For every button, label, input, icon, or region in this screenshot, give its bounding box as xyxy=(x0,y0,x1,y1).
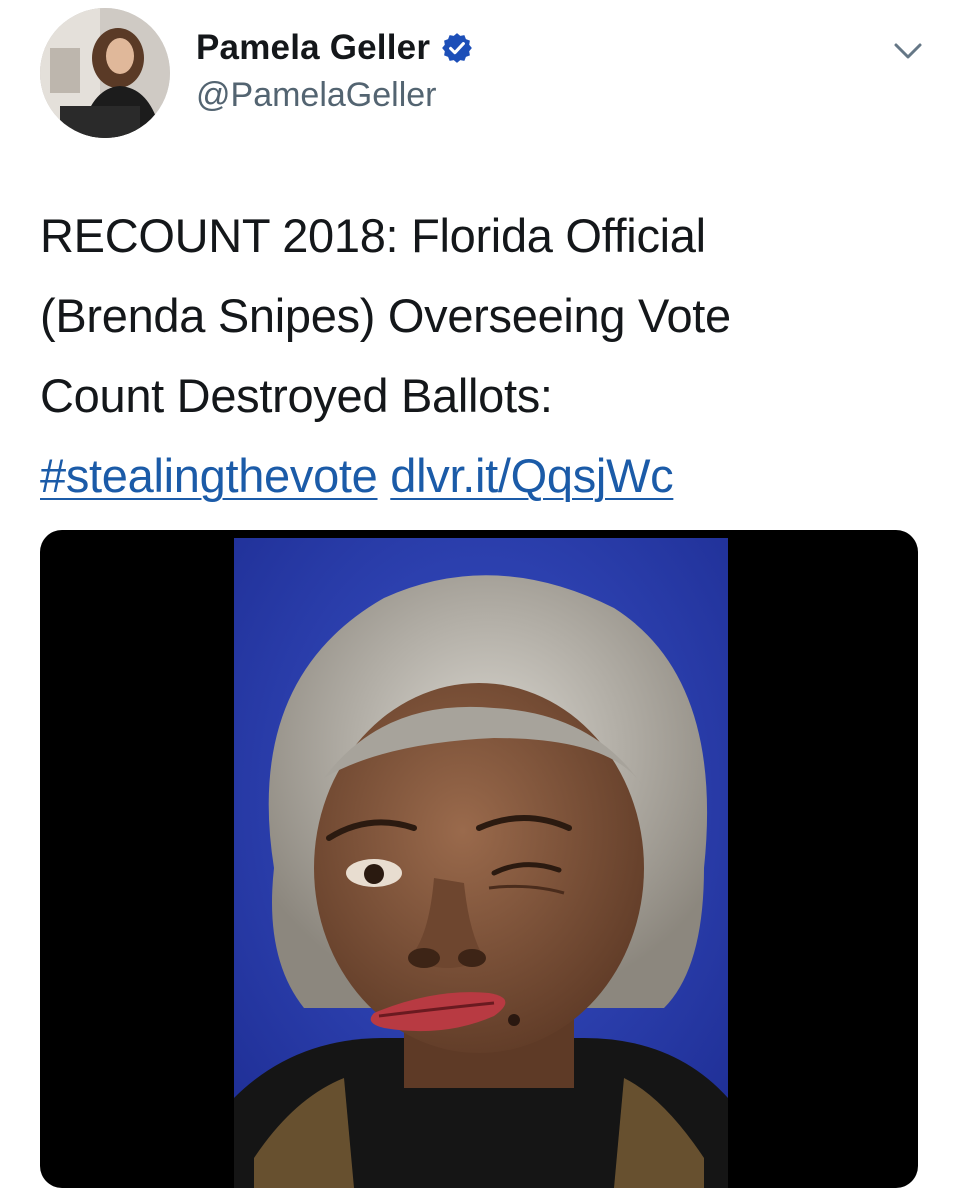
media-photo[interactable] xyxy=(234,538,728,1188)
chevron-down-icon[interactable] xyxy=(893,42,923,62)
tweet-text-line: Count Destroyed Ballots: xyxy=(40,369,553,422)
url-link[interactable]: dlvr.it/QqsjWc xyxy=(390,449,673,502)
user-info: Pamela Geller @PamelaGeller xyxy=(196,24,474,115)
handle[interactable]: @PamelaGeller xyxy=(196,76,474,115)
tweet-text: RECOUNT 2018: Florida Official (Brenda S… xyxy=(40,196,920,516)
verified-badge-icon xyxy=(440,31,474,65)
tweet-text-line: RECOUNT 2018: Florida Official xyxy=(40,209,706,262)
tweet-links-line: #stealingthevote dlvr.it/QqsjWc xyxy=(40,436,920,516)
display-name[interactable]: Pamela Geller xyxy=(196,28,430,68)
display-name-row: Pamela Geller xyxy=(196,24,474,72)
tweet-text-line: (Brenda Snipes) Overseeing Vote xyxy=(40,289,731,342)
tweet-media[interactable] xyxy=(40,530,918,1188)
avatar[interactable] xyxy=(40,8,170,138)
tweet-header: Pamela Geller @PamelaGeller xyxy=(0,0,959,160)
hashtag-link[interactable]: #stealingthevote xyxy=(40,449,378,502)
